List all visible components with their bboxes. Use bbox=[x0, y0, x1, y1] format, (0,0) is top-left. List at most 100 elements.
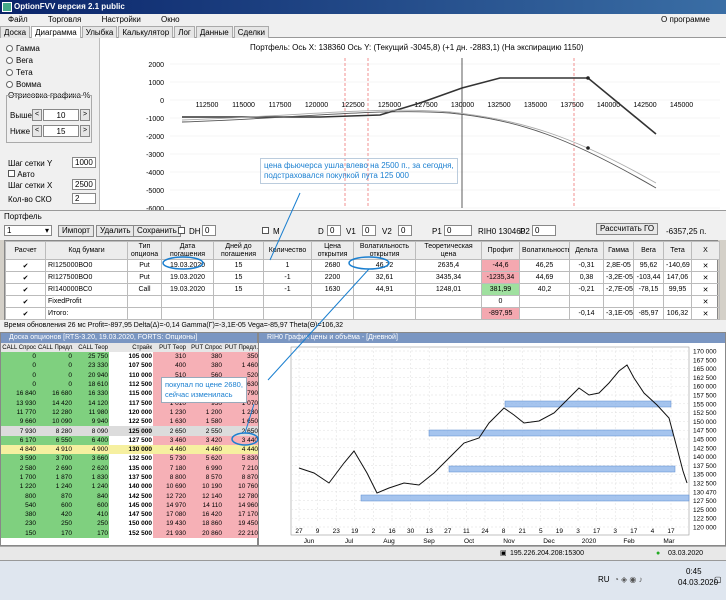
strike-cell[interactable]: 135 000 bbox=[109, 463, 153, 473]
strike-cell[interactable]: 120 000 bbox=[109, 407, 153, 418]
board-cell[interactable]: 12 780 bbox=[223, 491, 259, 501]
board-cell[interactable]: 9 940 bbox=[73, 417, 109, 427]
board-cell[interactable]: 4 840 bbox=[1, 444, 37, 455]
board-cell[interactable]: 20 860 bbox=[187, 528, 223, 538]
board-row[interactable]: 9 660 10 090 9 940 122 500 1 630 1 580 1 650 bbox=[1, 417, 259, 427]
tab-diagram[interactable]: Диаграмма bbox=[31, 26, 81, 38]
p1-input[interactable]: 0 bbox=[444, 225, 472, 236]
board-row[interactable]: 1 700 1 870 1 830 137 500 8 800 8 570 8 870 bbox=[1, 472, 259, 483]
board-cell[interactable]: 4 900 bbox=[73, 444, 109, 455]
board-cell[interactable]: 1 870 bbox=[37, 472, 73, 483]
board-cell[interactable]: 9 660 bbox=[1, 417, 37, 427]
board-cell[interactable]: 18 610 bbox=[73, 379, 109, 390]
menu-window[interactable]: Окно bbox=[161, 15, 180, 24]
board-column-header[interactable]: CALL Теор bbox=[73, 343, 109, 352]
board-row[interactable]: 0 0 25 750 105 000 310 380 350 bbox=[1, 352, 259, 362]
board-cell[interactable]: 16 330 bbox=[73, 389, 109, 399]
calc-checkbox[interactable]: ✔ bbox=[5, 307, 46, 320]
grid-x-input[interactable]: 2500 bbox=[72, 179, 96, 190]
remove-row-icon[interactable]: ✕ bbox=[691, 295, 720, 308]
board-column-header[interactable]: CALL Предл. bbox=[37, 343, 73, 352]
above-value[interactable]: 10 bbox=[43, 109, 79, 121]
board-cell[interactable]: 2 650 bbox=[223, 426, 259, 436]
board-cell[interactable]: 8 870 bbox=[223, 472, 259, 483]
tab-calculator[interactable]: Калькулятор bbox=[118, 26, 174, 38]
board-row[interactable]: 800 870 840 142 500 12 720 12 140 12 780 bbox=[1, 491, 259, 501]
board-cell[interactable]: 0 bbox=[1, 361, 37, 371]
strike-cell[interactable]: 130 000 bbox=[109, 444, 153, 455]
board-column-header[interactable]: Страйк bbox=[109, 343, 153, 352]
strike-cell[interactable]: 152 500 bbox=[109, 528, 153, 538]
board-cell[interactable]: 10 190 bbox=[187, 482, 223, 492]
board-cell[interactable]: 0 bbox=[1, 379, 37, 390]
import-button[interactable]: Импорт bbox=[58, 225, 94, 237]
board-cell[interactable]: 8 280 bbox=[37, 426, 73, 436]
board-row[interactable]: 540 600 600 145 000 14 970 14 110 14 960 bbox=[1, 500, 259, 511]
below-increment[interactable]: > bbox=[80, 125, 90, 137]
board-cell[interactable]: 7 180 bbox=[153, 463, 187, 473]
board-cell[interactable]: 17 170 bbox=[223, 510, 259, 520]
board-cell[interactable]: 4 910 bbox=[37, 444, 73, 455]
board-cell[interactable]: 1 230 bbox=[223, 407, 259, 418]
column-header[interactable]: X bbox=[691, 241, 720, 260]
calc-checkbox[interactable]: ✔ bbox=[5, 295, 46, 308]
column-header[interactable]: Код бумаги bbox=[45, 241, 128, 260]
board-cell[interactable]: 0 bbox=[1, 352, 37, 362]
board-cell[interactable]: 2 690 bbox=[37, 463, 73, 473]
board-cell[interactable]: 22 210 bbox=[223, 528, 259, 538]
board-cell[interactable]: 1 700 bbox=[1, 472, 37, 483]
board-cell[interactable]: 18 860 bbox=[187, 519, 223, 529]
sko-input[interactable]: 2 bbox=[72, 193, 96, 204]
menu-file[interactable]: Файл bbox=[8, 15, 28, 24]
lang-indicator[interactable]: RU bbox=[598, 575, 610, 584]
strike-cell[interactable]: 140 000 bbox=[109, 482, 153, 492]
board-cell[interactable]: 230 bbox=[1, 519, 37, 529]
board-cell[interactable]: 380 bbox=[187, 352, 223, 362]
notification-icon[interactable]: ▢ bbox=[714, 575, 722, 584]
radio-vega[interactable]: Вега bbox=[6, 56, 33, 65]
board-cell[interactable]: 600 bbox=[73, 500, 109, 511]
strike-cell[interactable]: 122 500 bbox=[109, 417, 153, 427]
save-button[interactable]: Сохранить bbox=[133, 225, 181, 237]
board-cell[interactable]: 8 090 bbox=[73, 426, 109, 436]
below-decrement[interactable]: < bbox=[32, 125, 42, 137]
board-cell[interactable]: 0 bbox=[1, 370, 37, 380]
tab-board[interactable]: Доска bbox=[0, 26, 31, 38]
dh-input[interactable]: 0 bbox=[202, 225, 216, 236]
strike-cell[interactable]: 150 000 bbox=[109, 519, 153, 529]
board-cell[interactable]: 0 bbox=[37, 370, 73, 380]
board-cell[interactable]: 21 930 bbox=[153, 528, 187, 538]
board-cell[interactable]: 1 830 bbox=[73, 472, 109, 483]
board-row[interactable]: 6 170 6 550 6 400 127 500 3 460 3 420 3 440 bbox=[1, 435, 259, 445]
board-cell[interactable]: 870 bbox=[37, 491, 73, 501]
board-cell[interactable]: 1 650 bbox=[223, 417, 259, 427]
grid-y-input[interactable]: 1000 bbox=[72, 157, 96, 168]
tab-log[interactable]: Лог bbox=[174, 26, 195, 38]
board-row[interactable]: 0 0 23 330 107 500 400 380 1 460 bbox=[1, 361, 259, 371]
board-cell[interactable]: 20 940 bbox=[73, 370, 109, 380]
board-cell[interactable]: 25 750 bbox=[73, 352, 109, 362]
board-cell[interactable]: 250 bbox=[73, 519, 109, 529]
board-cell[interactable]: 12 720 bbox=[153, 491, 187, 501]
board-cell[interactable]: 5 620 bbox=[187, 454, 223, 464]
board-cell[interactable]: 6 550 bbox=[37, 435, 73, 445]
board-cell[interactable]: 0 bbox=[37, 379, 73, 390]
radio-vomma[interactable]: Вомма bbox=[6, 80, 41, 89]
board-cell[interactable]: 1 240 bbox=[73, 482, 109, 492]
column-header[interactable]: Цена открытия bbox=[311, 241, 354, 260]
board-cell[interactable]: 3 660 bbox=[73, 454, 109, 464]
calc-checkbox[interactable]: ✔ bbox=[5, 259, 46, 272]
board-cell[interactable]: 8 800 bbox=[153, 472, 187, 483]
auto-checkbox[interactable]: Авто bbox=[8, 170, 35, 179]
above-increment[interactable]: > bbox=[80, 109, 90, 121]
portfolio-select[interactable]: 1 ▾ bbox=[4, 225, 52, 236]
board-cell[interactable]: 3 590 bbox=[1, 454, 37, 464]
board-cell[interactable]: 400 bbox=[153, 361, 187, 371]
board-row[interactable]: 11 770 12 280 11 980 120 000 1 230 1 200 1 230 bbox=[1, 407, 259, 418]
strike-cell[interactable]: 112 500 bbox=[109, 379, 153, 390]
remove-row-icon[interactable]: ✕ bbox=[691, 307, 720, 320]
remove-row-icon[interactable]: ✕ bbox=[691, 283, 720, 296]
board-cell[interactable]: 170 bbox=[73, 528, 109, 538]
remove-row-icon[interactable]: ✕ bbox=[691, 271, 720, 284]
board-cell[interactable]: 800 bbox=[1, 491, 37, 501]
